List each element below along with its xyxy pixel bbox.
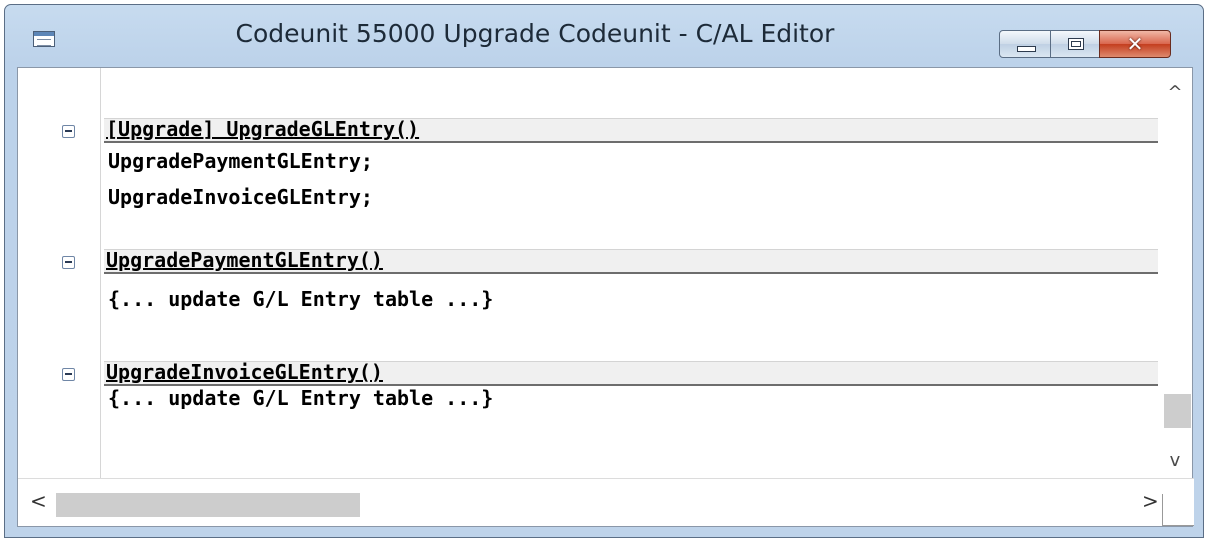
scroll-up-icon[interactable]: ^ bbox=[1158, 82, 1192, 103]
maximize-button[interactable] bbox=[1050, 30, 1100, 58]
window-title: Codeunit 55000 Upgrade Codeunit - C/AL E… bbox=[235, 19, 835, 48]
function-signature: [Upgrade] UpgradeGLEntry() bbox=[106, 117, 420, 141]
maximize-icon bbox=[1068, 38, 1084, 50]
editor-window: Codeunit 55000 Upgrade Codeunit - C/AL E… bbox=[4, 4, 1204, 538]
scroll-left-icon[interactable]: < bbox=[30, 489, 47, 513]
code-line[interactable]: {... update G/L Entry table ...} bbox=[108, 286, 493, 312]
code-line[interactable]: {... update G/L Entry table ...} bbox=[108, 385, 493, 411]
minimize-button[interactable] bbox=[999, 30, 1051, 58]
function-header[interactable]: UpgradeInvoiceGLEntry() bbox=[104, 360, 1174, 386]
close-icon: ✕ bbox=[1126, 32, 1144, 56]
collapse-icon[interactable] bbox=[62, 256, 75, 269]
scroll-right-icon[interactable]: > bbox=[1142, 489, 1159, 513]
close-button[interactable]: ✕ bbox=[1099, 30, 1171, 58]
vertical-scrollbar[interactable]: ^ v bbox=[1158, 68, 1192, 478]
editor-gutter-divider bbox=[100, 68, 101, 478]
function-header[interactable]: UpgradePaymentGLEntry() bbox=[104, 248, 1174, 274]
code-line[interactable]: UpgradeInvoiceGLEntry; bbox=[108, 184, 373, 210]
horizontal-scrollbar[interactable]: < > bbox=[18, 478, 1194, 526]
size-grip[interactable] bbox=[1162, 494, 1194, 526]
minimize-icon bbox=[1017, 46, 1036, 52]
vertical-scroll-thumb[interactable] bbox=[1164, 394, 1191, 428]
collapse-icon[interactable] bbox=[62, 368, 75, 381]
function-signature: UpgradePaymentGLEntry() bbox=[106, 248, 383, 272]
function-header[interactable]: [Upgrade] UpgradeGLEntry() bbox=[104, 117, 1174, 143]
app-window-icon[interactable] bbox=[33, 31, 55, 47]
code-editor[interactable]: [Upgrade] UpgradeGLEntry() UpgradePaymen… bbox=[17, 67, 1194, 527]
code-line[interactable]: UpgradePaymentGLEntry; bbox=[108, 148, 373, 174]
horizontal-scroll-thumb[interactable] bbox=[56, 493, 360, 517]
collapse-icon[interactable] bbox=[62, 125, 75, 138]
scroll-down-icon[interactable]: v bbox=[1158, 450, 1192, 471]
function-signature: UpgradeInvoiceGLEntry() bbox=[106, 360, 383, 384]
title-bar[interactable]: Codeunit 55000 Upgrade Codeunit - C/AL E… bbox=[5, 5, 1203, 67]
